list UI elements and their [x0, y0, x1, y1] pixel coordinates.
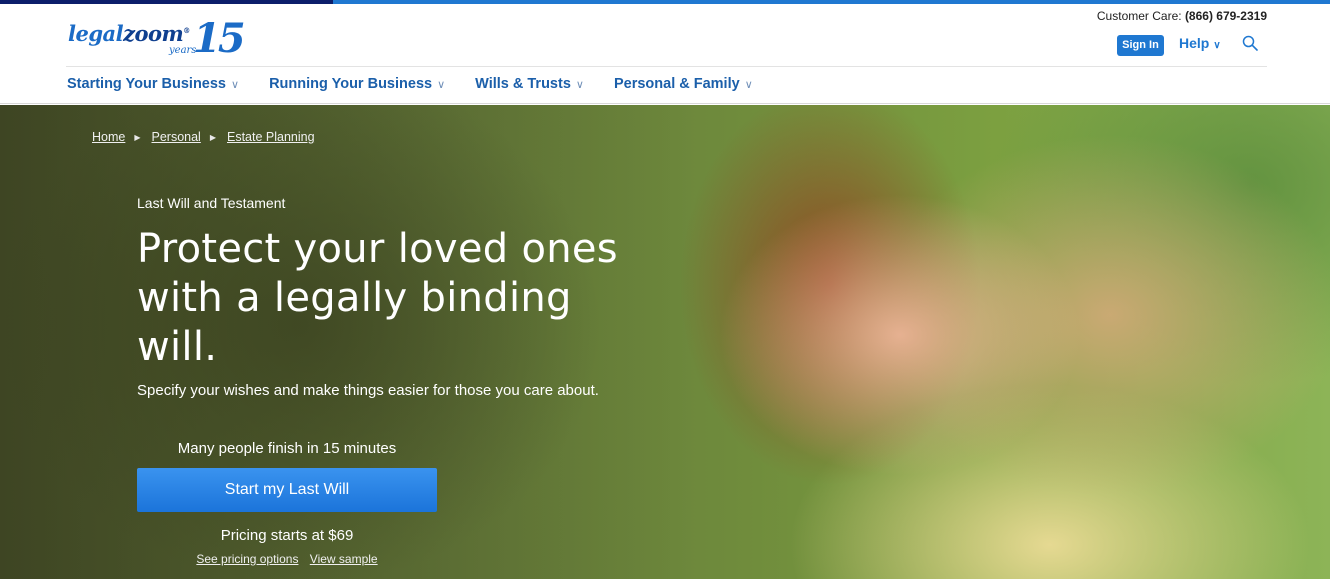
hero-headline: Protect your loved ones with a legally b…: [137, 226, 618, 370]
site-header: legalzoom® years 15 Customer Care: (866)…: [0, 4, 1330, 104]
legalzoom-logo[interactable]: legalzoom® years 15: [68, 15, 246, 68]
logo-wordmark: legalzoom®: [68, 21, 190, 46]
finish-time-note: Many people finish in 15 minutes: [177, 440, 397, 457]
hero-subhead: Specify your wishes and make things easi…: [137, 382, 599, 399]
chevron-down-icon: ∨: [437, 79, 446, 91]
nav-item-wills-trusts[interactable]: Wills & Trusts ∨: [475, 76, 584, 92]
logo-anniversary-number: 15: [193, 15, 246, 62]
sign-in-button[interactable]: Sign In: [1117, 35, 1164, 56]
nav-item-personal-family[interactable]: Personal & Family ∨: [614, 76, 753, 92]
customer-care: Customer Care: (866) 679-2319: [1097, 9, 1267, 23]
breadcrumb-personal[interactable]: Personal: [152, 130, 201, 144]
hero-secondary-links: See pricing options View sample: [137, 552, 437, 566]
breadcrumb-separator-icon: ▶: [209, 132, 216, 142]
chevron-down-icon: ∨: [1213, 40, 1221, 51]
breadcrumb: Home ▶ Personal ▶ Estate Planning: [92, 130, 315, 144]
main-nav: Starting Your Business ∨ Running Your Bus…: [67, 76, 783, 92]
breadcrumb-separator-icon: ▶: [134, 132, 141, 142]
see-pricing-options-link[interactable]: See pricing options: [196, 552, 298, 566]
nav-item-starting-your-business[interactable]: Starting Your Business ∨: [67, 76, 239, 92]
chevron-down-icon: ∨: [575, 79, 584, 91]
customer-care-label: Customer Care:: [1096, 9, 1182, 23]
nav-item-running-your-business[interactable]: Running Your Business ∨: [269, 76, 445, 92]
view-sample-link[interactable]: View sample: [310, 552, 378, 566]
help-menu[interactable]: Help ∨: [1179, 35, 1221, 51]
start-last-will-button[interactable]: Start my Last Will: [137, 468, 437, 512]
search-icon[interactable]: [1242, 35, 1258, 51]
hero-banner: Home ▶ Personal ▶ Estate Planning Last W…: [0, 105, 1330, 579]
header-divider: [66, 66, 1267, 67]
breadcrumb-home[interactable]: Home: [92, 130, 125, 144]
chevron-down-icon: ∨: [744, 79, 753, 91]
hero-eyebrow: Last Will and Testament: [137, 195, 286, 211]
help-label: Help: [1179, 35, 1210, 51]
breadcrumb-estate-planning[interactable]: Estate Planning: [227, 130, 315, 144]
pricing-note: Pricing starts at $69: [220, 527, 354, 544]
chevron-down-icon: ∨: [231, 79, 240, 91]
customer-care-phone[interactable]: (866) 679-2319: [1185, 9, 1267, 23]
